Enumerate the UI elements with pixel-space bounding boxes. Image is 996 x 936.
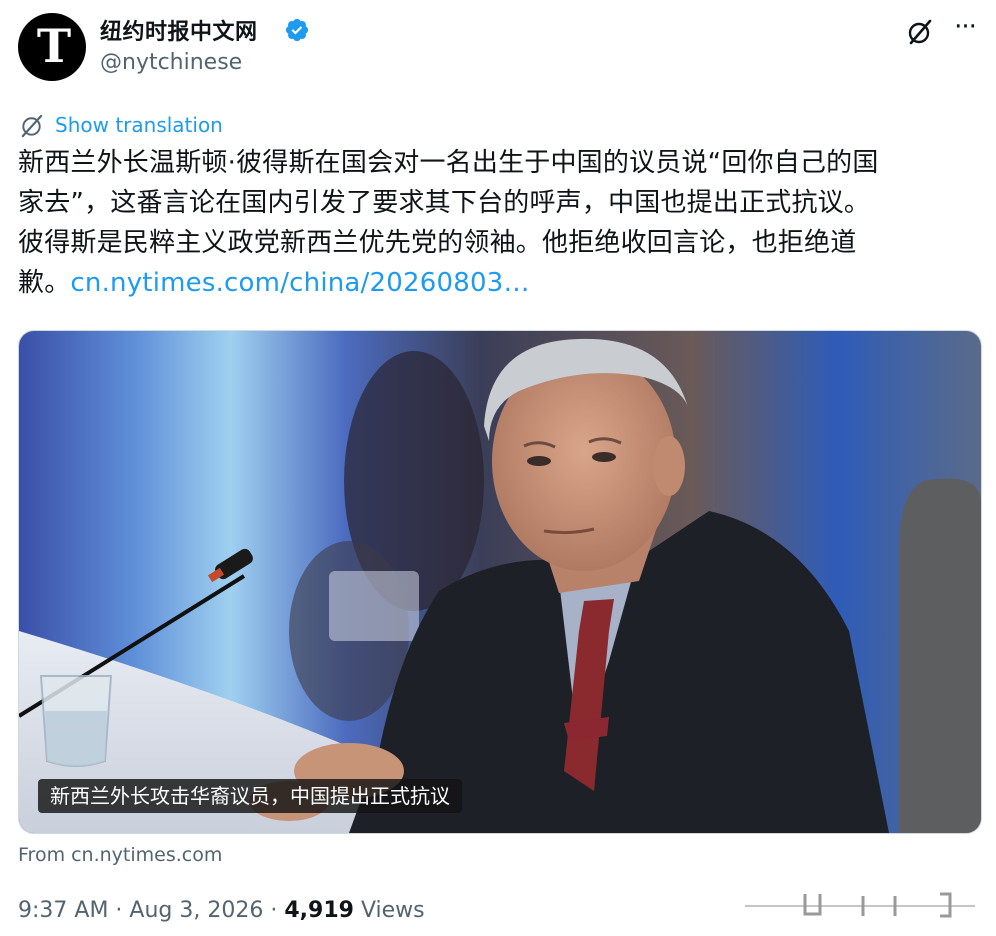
show-translation-button[interactable]: Show translation [18, 111, 223, 139]
source-link[interactable]: From cn.nytimes.com [18, 844, 222, 866]
tweet-date[interactable]: Aug 3, 2026 [129, 898, 263, 923]
tweet-meta: 9:37 AM · Aug 3, 2026 · 4,919 Views [18, 898, 425, 923]
tweet-time[interactable]: 9:37 AM [18, 898, 108, 923]
media-caption: 新西兰外长攻击华裔议员，中国提出正式抗议 [38, 779, 462, 813]
views-label: Views [360, 898, 425, 923]
tweet-text-tail: 歉。 [18, 268, 71, 298]
more-options-button[interactable]: ··· [950, 12, 980, 42]
meta-separator: · [263, 898, 285, 923]
views-count: 4,919 [284, 898, 354, 923]
watermark-mark-icon [745, 892, 975, 918]
show-translation-label: Show translation [55, 113, 223, 137]
translate-slash-icon [21, 114, 43, 137]
tweet-text-line: 歉。cn.nytimes.com/china/20260803… [18, 263, 982, 303]
tweet-text-line: 新西兰外长温斯顿·彼得斯在国会对一名出生于中国的议员说“回你自己的国 [18, 148, 879, 178]
tweet-text-line: 彼得斯是民粹主义政党新西兰优先党的领袖。他拒绝收回言论，也拒绝道 [18, 228, 857, 258]
article-link[interactable]: cn.nytimes.com/china/20260803… [70, 268, 529, 298]
tweet-text-line: 家去”，这番言论在国内引发了要求其下台的呼声，中国也提出正式抗议。 [18, 188, 871, 218]
avatar[interactable]: T [18, 13, 86, 81]
handle[interactable]: @nytchinese [100, 50, 242, 75]
article-photo [19, 331, 981, 833]
meta-separator: · [108, 898, 130, 923]
tweet-text: 新西兰外长温斯顿·彼得斯在国会对一名出生于中国的议员说“回你自己的国 家去”，这… [18, 143, 982, 303]
avatar-logo-glyph: T [36, 19, 72, 73]
media-image[interactable] [18, 330, 982, 834]
verified-badge-icon [285, 18, 309, 42]
grok-slash-circle-icon[interactable] [904, 16, 936, 48]
display-name[interactable]: 纽约时报中文网 [100, 14, 258, 46]
